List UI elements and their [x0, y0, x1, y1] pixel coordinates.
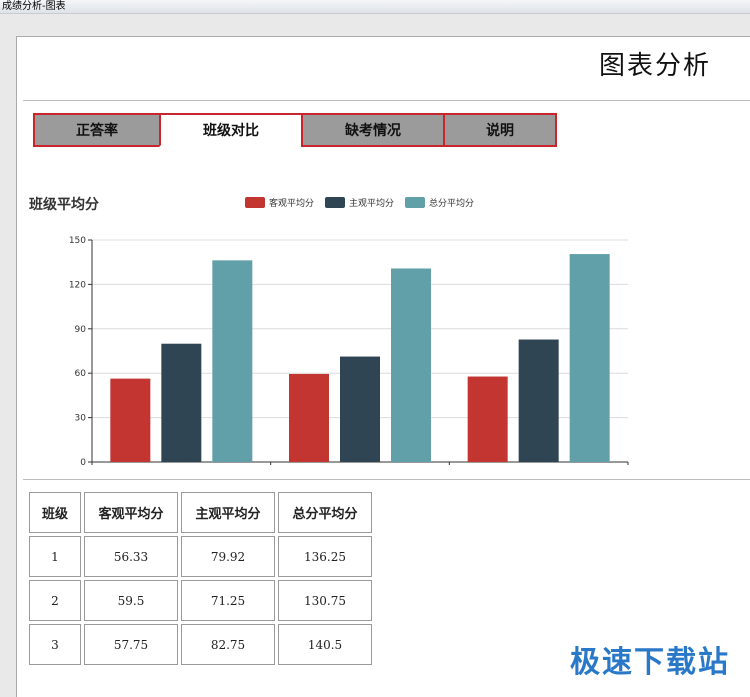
cell-subjective: 71.25 — [181, 580, 275, 621]
legend-swatch — [405, 197, 425, 208]
header-subjective: 主观平均分 — [181, 492, 275, 533]
y-tick-label: 60 — [75, 369, 87, 379]
header-class: 班级 — [29, 492, 81, 533]
table-row: 2 59.5 71.25 130.75 — [29, 580, 372, 621]
bar — [391, 268, 431, 462]
bar — [110, 378, 151, 462]
table-row: 1 56.33 79.92 136.25 — [29, 536, 372, 577]
bar — [161, 343, 202, 462]
bar — [518, 339, 559, 462]
header-total: 总分平均分 — [278, 492, 372, 533]
legend-label: 客观平均分 — [269, 197, 314, 209]
y-tick-label: 150 — [69, 236, 86, 246]
watermark-logo: 极速下载站 — [570, 637, 730, 681]
report-page: 图表分析 正答率 班级对比 缺考情况 说明 班级平均分 客观平均分 主观平均分 总分平… — [16, 36, 750, 697]
tab-label: 说明 — [486, 123, 514, 139]
header-objective: 客观平均分 — [84, 492, 178, 533]
tab-bar: 正答率 班级对比 缺考情况 说明 — [33, 113, 557, 149]
cell-total: 130.75 — [278, 580, 372, 621]
cell-objective: 57.75 — [84, 624, 178, 665]
bar — [340, 356, 380, 462]
stats-table: 班级 客观平均分 主观平均分 总分平均分 1 56.33 79.92 136.2… — [26, 489, 375, 668]
bar — [289, 373, 329, 462]
cell-total: 136.25 — [278, 536, 372, 577]
page-title: 图表分析 — [598, 51, 711, 81]
chart-container: 班级平均分客观平均分主观平均分总分平均分0306090120150123 — [17, 155, 657, 480]
y-tick-label: 120 — [69, 280, 86, 290]
y-tick-label: 0 — [80, 458, 86, 465]
cell-subjective: 79.92 — [181, 536, 275, 577]
legend-label: 主观平均分 — [349, 197, 394, 209]
chart-title: 班级平均分 — [29, 196, 99, 213]
table-row: 3 57.75 82.75 140.5 — [29, 624, 372, 665]
y-tick-label: 30 — [75, 414, 87, 424]
bar — [569, 254, 610, 462]
tab-notes[interactable]: 说明 — [443, 113, 557, 147]
legend-swatch — [325, 197, 345, 208]
legend-label: 总分平均分 — [429, 197, 474, 209]
cell-total: 140.5 — [278, 624, 372, 665]
cell-class: 3 — [29, 624, 81, 665]
tab-class-compare[interactable]: 班级对比 — [159, 113, 303, 147]
bar — [212, 260, 253, 462]
watermark-text: 极速下载站 — [570, 645, 730, 680]
header-divider — [23, 100, 750, 101]
table-header-row: 班级 客观平均分 主观平均分 总分平均分 — [29, 492, 372, 533]
y-tick-label: 90 — [75, 325, 87, 335]
window-title-bar: 成绩分析-图表 — [0, 0, 750, 14]
cell-subjective: 82.75 — [181, 624, 275, 665]
tab-label: 班级对比 — [203, 123, 259, 139]
tab-accuracy[interactable]: 正答率 — [33, 113, 161, 147]
cell-objective: 59.5 — [84, 580, 178, 621]
tab-label: 缺考情况 — [345, 123, 401, 139]
cell-objective: 56.33 — [84, 536, 178, 577]
window-title: 成绩分析-图表 — [2, 1, 66, 12]
bar-chart: 班级平均分客观平均分主观平均分总分平均分0306090120150123 — [29, 196, 629, 480]
bar — [467, 376, 508, 462]
tab-absence[interactable]: 缺考情况 — [301, 113, 445, 147]
tab-label: 正答率 — [76, 123, 118, 139]
cell-class: 1 — [29, 536, 81, 577]
legend-swatch — [245, 197, 265, 208]
cell-class: 2 — [29, 580, 81, 621]
chart-divider — [23, 479, 750, 480]
